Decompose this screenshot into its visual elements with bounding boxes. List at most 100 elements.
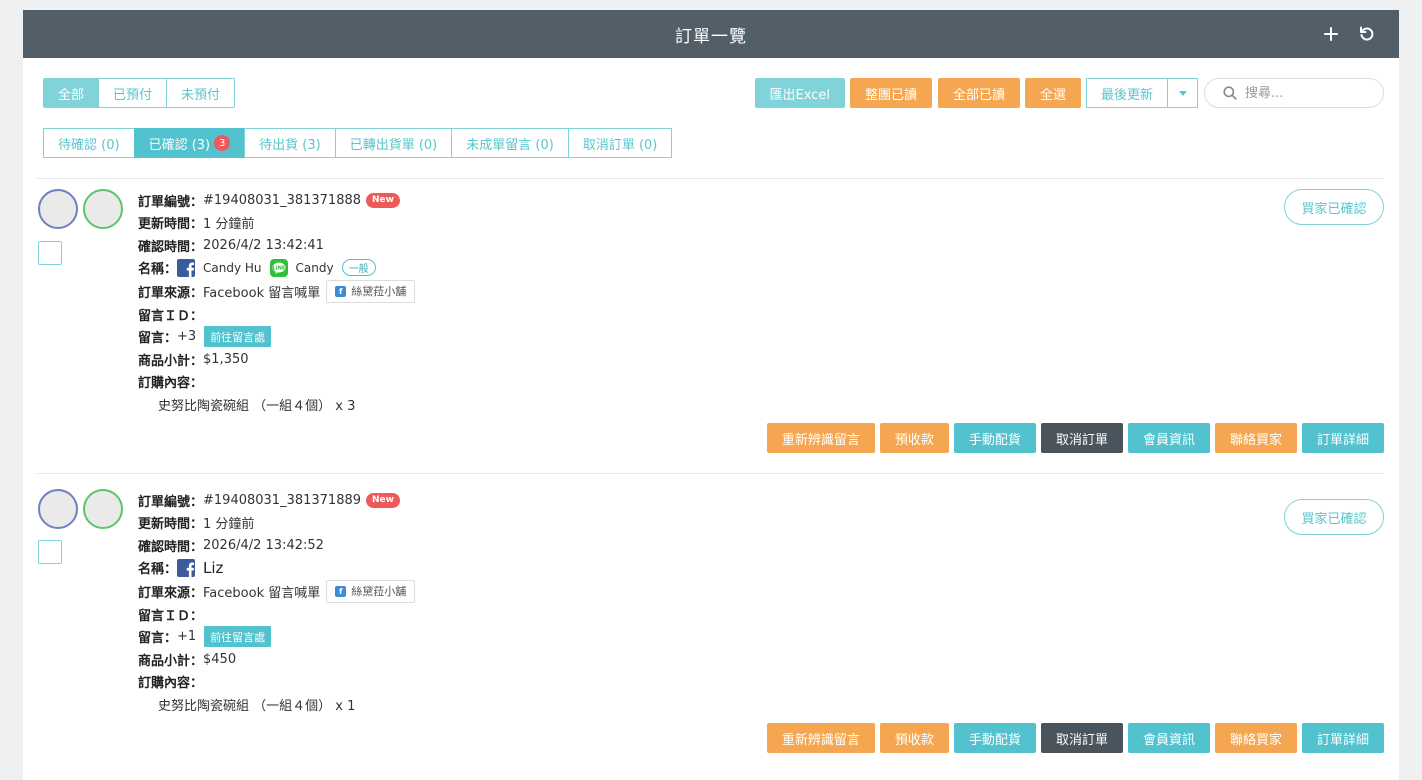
confirmed-time-value: 2026/4/2 13:42:41 [203,237,324,253]
source-page-tag[interactable]: f 絲黛菈小舖 [326,579,416,603]
caret-down-icon[interactable] [1167,78,1198,108]
cancel-order-button[interactable]: 取消訂單 [1040,423,1123,453]
confirmed-time-label: 確認時間： [138,539,204,555]
comment-id-label: 留言ＩＤ： [138,608,204,624]
confirmed-time-value: 2026/4/2 13:42:52 [203,537,324,553]
refresh-icon[interactable] [1357,24,1377,44]
goto-comment-button[interactable]: 前往留言處 [204,326,272,348]
reidentify-comment-button[interactable]: 重新辨識留言 [766,423,875,453]
name-label: 名稱： [138,262,178,278]
source-value: Facebook 留言喊單 [203,585,321,601]
facebook-icon: f [335,585,347,597]
tab-unordered-comments[interactable]: 未成單留言 (0) [451,128,569,158]
subtotal-label: 商品小計： [138,353,204,369]
tab-shipping-order[interactable]: 已轉出貨單 (0) [334,128,453,158]
search-box[interactable] [1204,78,1384,108]
order-no: #19408031_381371888 [203,192,362,208]
buyer-confirmed-button[interactable]: 買家已確認 [1284,499,1384,535]
order-info: 訂單編號： #19408031_381371889 New 更新時間： 1 分鐘前 確… [138,489,416,716]
source-page-name: 絲黛菈小舖 [351,285,407,298]
select-all-button[interactable]: 全選 [1024,78,1081,108]
contact-buyer-button[interactable]: 聯絡買家 [1214,723,1297,753]
manual-allocate-button[interactable]: 手動配貨 [953,723,1036,753]
order-item: 史努比陶瓷碗組 （一組４個） x 3 [158,398,356,414]
tab-cancelled[interactable]: 取消訂單 (0) [567,128,673,158]
order-detail-button[interactable]: 訂單詳細 [1301,723,1384,753]
cancel-order-button[interactable]: 取消訂單 [1040,723,1123,753]
contact-buyer-button[interactable]: 聯絡買家 [1214,423,1297,453]
toolbar: 全部 已預付 未預付 匯出Excel 整團已讀 全部已讀 全選 最後更新 [43,78,1384,108]
subtotal-label: 商品小計： [138,653,204,669]
order-no-label: 訂單編號： [138,494,204,510]
order-checkbox[interactable] [38,540,62,564]
comment-label: 留言： [138,631,178,647]
reidentify-comment-button[interactable]: 重新辨識留言 [766,723,875,753]
source-page-tag[interactable]: f 絲黛菈小舖 [326,279,416,303]
facebook-name: Candy Hu [203,260,262,275]
prepay-button[interactable]: 預收款 [879,723,949,753]
orders-panel: 訂單一覽 全部 已預付 未預付 匯出Excel 整團已讀 全部已讀 全選 最後更… [23,10,1399,780]
mark-all-read-button[interactable]: 全部已讀 [937,78,1020,108]
svg-text:LINE: LINE [272,265,285,271]
status-tabs: 待確認 (0) 已確認 (3) 3 待出貨 (3) 已轉出貨單 (0) 未成單留… [43,128,673,158]
export-excel-button[interactable]: 匯出Excel [754,78,845,108]
avatar[interactable] [38,489,78,529]
avatar[interactable] [83,489,123,529]
filter-all[interactable]: 全部 [43,78,100,108]
source-label: 訂單來源： [138,285,204,301]
filter-prepaid[interactable]: 已預付 [98,78,168,108]
updated-label: 更新時間： [138,517,204,533]
new-badge: New [366,492,400,508]
count-badge: 3 [214,135,231,151]
prepay-button[interactable]: 預收款 [879,423,949,453]
subtotal-value: $1,350 [203,351,249,367]
source-value: Facebook 留言喊單 [203,285,321,301]
facebook-icon [177,558,196,577]
order-no-label: 訂單編號： [138,194,204,210]
header-bar: 訂單一覽 [23,10,1399,58]
search-icon [1223,86,1237,100]
sort-label[interactable]: 最後更新 [1085,78,1168,108]
order-checkbox[interactable] [38,241,62,265]
order-detail-button[interactable]: 訂單詳細 [1301,423,1384,453]
order-card: 訂單編號： #19408031_381371888 New 更新時間： 1 分鐘前 確… [37,189,1384,469]
source-label: 訂單來源： [138,585,204,601]
divider [37,178,1384,179]
member-info-button[interactable]: 會員資訊 [1127,423,1210,453]
tab-confirmed[interactable]: 已確認 (3) 3 [133,128,246,158]
comment-id-label: 留言ＩＤ： [138,308,204,324]
updated-value: 1 分鐘前 [203,517,255,533]
sort-dropdown[interactable]: 最後更新 [1085,78,1198,108]
member-tag: 一般 [341,259,376,277]
member-info-button[interactable]: 會員資訊 [1127,723,1210,753]
add-icon[interactable] [1321,24,1341,44]
manual-allocate-button[interactable]: 手動配貨 [953,423,1036,453]
facebook-icon [177,258,196,277]
order-card: 訂單編號： #19408031_381371889 New 更新時間： 1 分鐘前 確… [37,489,1384,769]
comment-value: +1 [177,629,197,645]
source-page-name: 絲黛菈小舖 [351,585,407,598]
name-label: 名稱： [138,562,178,578]
mark-group-read-button[interactable]: 整團已讀 [849,78,932,108]
tab-pending[interactable]: 待確認 (0) [43,128,135,158]
search-input[interactable] [1245,85,1365,101]
divider [37,473,1384,474]
comment-label: 留言： [138,331,178,347]
updated-value: 1 分鐘前 [203,217,255,233]
comment-value: +3 [177,329,197,345]
page-title: 訂單一覽 [675,26,747,47]
avatar[interactable] [83,189,123,229]
buyer-confirmed-button[interactable]: 買家已確認 [1284,189,1384,225]
filter-unpaid[interactable]: 未預付 [166,78,236,108]
avatar[interactable] [38,189,78,229]
updated-label: 更新時間： [138,217,204,233]
contents-label: 訂購內容： [138,676,204,692]
line-icon: LINE [269,258,288,277]
goto-comment-button[interactable]: 前往留言處 [204,626,272,648]
new-badge: New [366,192,400,208]
order-no: #19408031_381371889 [203,492,362,508]
order-item: 史努比陶瓷碗組 （一組４個） x 1 [158,698,356,714]
facebook-icon: f [335,285,347,297]
facebook-name: Liz [203,558,224,577]
tab-to-ship[interactable]: 待出貨 (3) [244,128,336,158]
